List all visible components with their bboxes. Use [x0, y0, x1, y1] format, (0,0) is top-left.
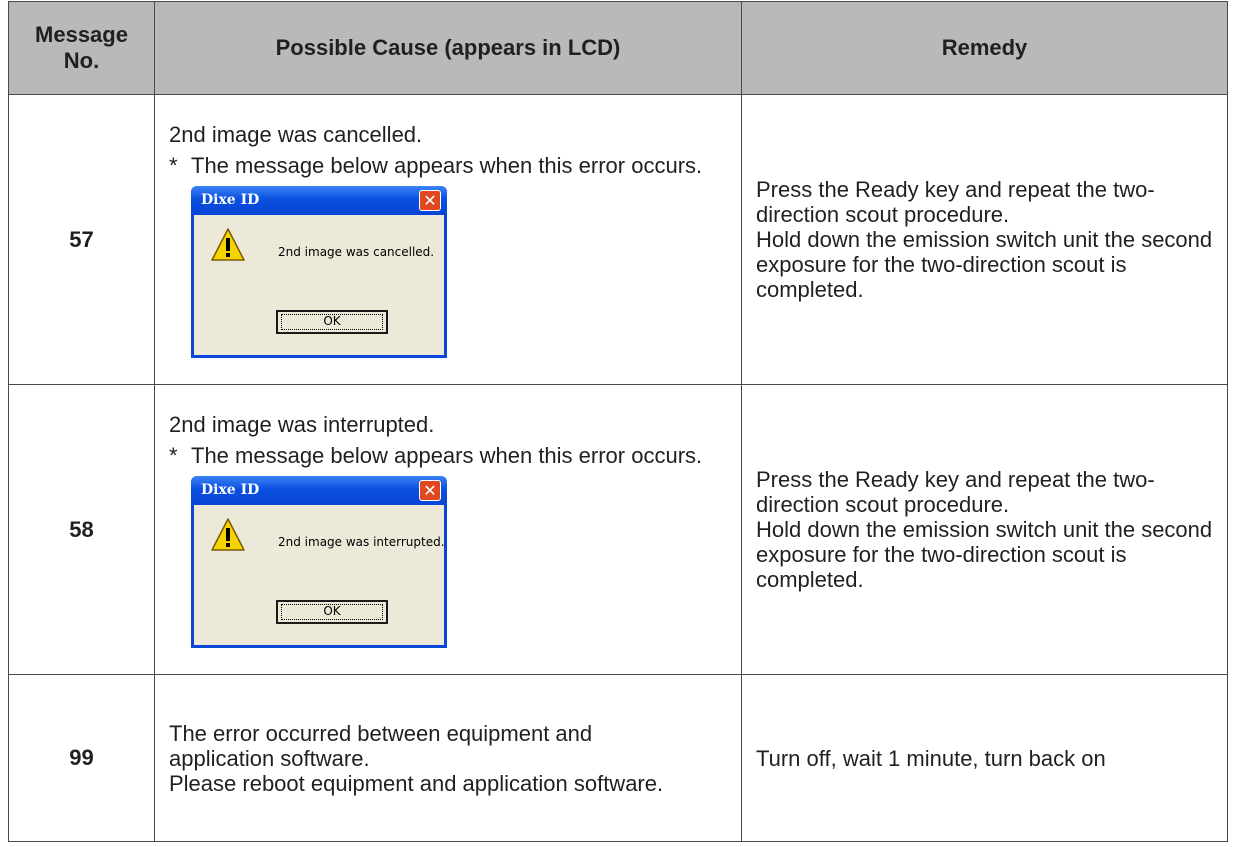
cause-text: The error occurred between equipment and… [169, 720, 664, 796]
header-row: Message No. Possible Cause (appears in L… [8, 1, 1228, 95]
remedy-text: Turn off, wait 1 minute, turn back on [756, 745, 1106, 771]
header-possible-cause: Possible Cause (appears in LCD) [154, 1, 742, 95]
note-asterisk: * [169, 152, 178, 178]
ok-button: OK [276, 309, 388, 334]
remedy-cell: Turn off, wait 1 minute, turn back on [741, 674, 1228, 842]
dialog-body: 2nd image was cancelled. OK [194, 214, 444, 355]
table-row-58: 58 2nd image was interrupted. * The mess… [8, 384, 1228, 675]
message-number: 99 [8, 674, 155, 842]
cause-text: 2nd image was cancelled. [169, 121, 423, 147]
dialog-title-bar: Dixe ID ✕ [191, 185, 447, 215]
warning-icon [211, 517, 245, 551]
note-text: The message below appears when this erro… [191, 152, 703, 178]
error-message-table: Message No. Possible Cause (appears in L… [8, 1, 1228, 842]
remedy-text: Press the Ready key and repeat the two-d… [756, 177, 1213, 302]
dialog-title: Dixe ID [201, 481, 260, 498]
cause-text: 2nd image was interrupted. [169, 411, 435, 437]
error-dialog-screenshot: Dixe ID ✕ 2nd image was cancelled. OK [191, 185, 447, 358]
note-asterisk: * [169, 442, 178, 468]
message-number: 57 [8, 94, 155, 385]
dialog-body: 2nd image was interrupted. OK [194, 504, 445, 645]
remedy-cell: Press the Ready key and repeat the two-d… [741, 384, 1228, 675]
error-dialog-screenshot: Dixe ID ✕ 2nd image was interrupted. OK [191, 475, 447, 648]
dialog-title: Dixe ID [201, 191, 260, 208]
note-text: The message below appears when this erro… [191, 442, 703, 468]
remedy-text: Press the Ready key and repeat the two-d… [756, 467, 1213, 592]
table-row-57: 57 2nd image was cancelled. * The messag… [8, 94, 1228, 385]
header-remedy: Remedy [741, 1, 1228, 95]
ok-button: OK [276, 599, 388, 624]
header-message-no: Message No. [8, 1, 155, 95]
remedy-cell: Press the Ready key and repeat the two-d… [741, 94, 1228, 385]
dialog-message: 2nd image was interrupted. [278, 534, 445, 549]
note: * The message below appears when this er… [169, 443, 727, 468]
possible-cause-cell: 2nd image was cancelled. * The message b… [154, 94, 742, 385]
warning-icon [211, 227, 245, 261]
dialog-title-bar: Dixe ID ✕ [191, 475, 447, 505]
possible-cause-cell: The error occurred between equipment and… [154, 674, 742, 842]
possible-cause-cell: 2nd image was interrupted. * The message… [154, 384, 742, 675]
ok-button-label: OK [323, 313, 341, 328]
note: * The message below appears when this er… [169, 153, 727, 178]
dialog-message: 2nd image was cancelled. [278, 244, 435, 259]
ok-button-label: OK [323, 603, 341, 618]
close-icon: ✕ [419, 479, 441, 501]
close-icon: ✕ [419, 189, 441, 211]
table-row-99: 99 The error occurred between equipment … [8, 674, 1228, 842]
header-message-no-label: Message No. [35, 22, 128, 73]
message-number: 58 [8, 384, 155, 675]
